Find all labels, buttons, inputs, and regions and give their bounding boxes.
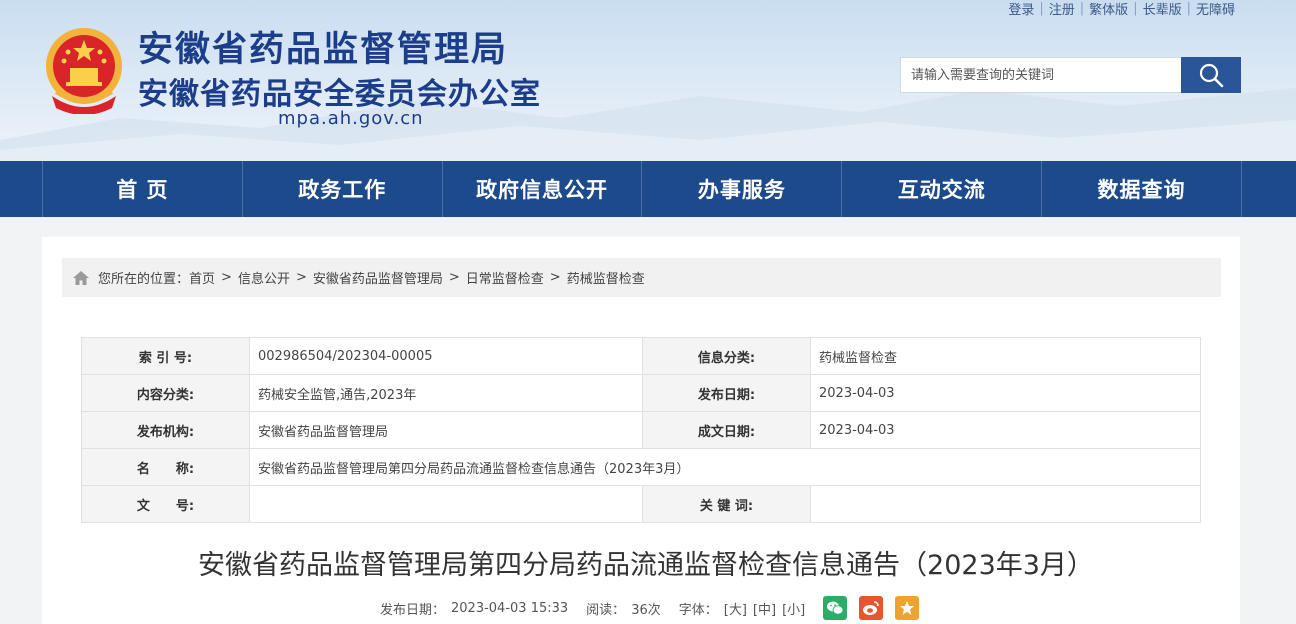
main-nav: 首 页 政务工作 政府信息公开 办事服务 互动交流 数据查询 (0, 161, 1296, 217)
site-domain: mpa.ah.gov.cn (278, 108, 424, 129)
elderly-link[interactable]: 长辈版 (1138, 0, 1187, 18)
doc-number-label: 文 号: (81, 485, 250, 523)
category-label: 信息分类: (642, 337, 811, 375)
national-emblem-icon (46, 28, 122, 114)
breadcrumb-separator: > (295, 270, 307, 285)
table-row: 索 引 号: 002986504/202304-00005 信息分类: 药械监督… (81, 337, 1201, 375)
breadcrumb-daily-inspection[interactable]: 日常监督检查 (466, 268, 544, 287)
publish-date-label: 发布日期: (642, 374, 811, 412)
breadcrumb-separator: > (221, 270, 232, 285)
site-title: 安徽省药品监督管理局 (138, 30, 509, 70)
article-title: 安徽省药品监督管理局第四分局药品流通监督检查信息通告（2023年3月） (198, 550, 1094, 581)
register-link[interactable]: 注册 (1044, 0, 1080, 18)
name-value: 安徽省药品监督管理局第四分局药品流通监督检查信息通告（2023年3月） (249, 448, 1201, 486)
doc-number-value (249, 485, 643, 523)
nav-info-disclosure[interactable]: 政府信息公开 (443, 161, 643, 217)
info-table: 索 引 号: 002986504/202304-00005 信息分类: 药械监督… (81, 337, 1201, 523)
nav-interaction[interactable]: 互动交流 (842, 161, 1043, 217)
weibo-icon (863, 601, 880, 615)
index-value: 002986504/202304-00005 (249, 337, 643, 375)
keywords-value (810, 485, 1201, 523)
keywords-label: 关 键 词: (642, 485, 811, 523)
weibo-share-button[interactable] (859, 596, 884, 620)
article-meta: 发布日期： 2023-04-03 15:33 阅读： 36次 字体： [大] [… (380, 596, 920, 620)
breadcrumb-info-disclosure[interactable]: 信息公开 (238, 268, 290, 287)
breadcrumb-bureau[interactable]: 安徽省药品监督管理局 (313, 268, 443, 287)
written-date-value: 2023-04-03 (810, 411, 1201, 449)
reads-value: 36次 (631, 602, 661, 618)
breadcrumb-drug-device-inspection[interactable]: 药械监督检查 (567, 268, 645, 287)
breadcrumb-separator: > (549, 270, 561, 285)
top-links: 登录 | 注册 | 繁体版 | 长辈版 | 无障碍 (1003, 0, 1240, 18)
breadcrumb-prefix: 您所在的位置： (98, 272, 190, 287)
wechat-share-button[interactable] (823, 596, 848, 620)
login-link[interactable]: 登录 (1003, 0, 1039, 18)
search-box (900, 57, 1241, 93)
favorite-button[interactable] (895, 596, 920, 620)
accessibility-link[interactable]: 无障碍 (1191, 0, 1240, 18)
search-button[interactable] (1181, 57, 1241, 93)
nav-services[interactable]: 办事服务 (642, 161, 843, 217)
table-row: 名 称: 安徽省药品监督管理局第四分局药品流通监督检查信息通告（2023年3月） (81, 448, 1201, 486)
table-row: 文 号: 关 键 词: (81, 485, 1201, 523)
content-panel: 您所在的位置： 首页 > 信息公开 > 安徽省药品监督管理局 > 日常监督检查 … (42, 237, 1240, 624)
content-category-label: 内容分类: (81, 374, 250, 412)
wechat-icon (827, 601, 844, 615)
nav-data-query[interactable]: 数据查询 (1042, 161, 1242, 217)
name-label: 名 称: (81, 448, 250, 486)
breadcrumb: 您所在的位置： 首页 > 信息公开 > 安徽省药品监督管理局 > 日常监督检查 … (62, 258, 1221, 297)
breadcrumb-separator: > (448, 270, 460, 285)
traditional-link[interactable]: 繁体版 (1084, 0, 1133, 18)
search-icon (1199, 63, 1224, 88)
table-row: 内容分类: 药械安全监管,通告,2023年 发布日期: 2023-04-03 (81, 374, 1201, 412)
content-category-value: 药械安全监管,通告,2023年 (249, 374, 643, 412)
table-row: 发布机构: 安徽省药品监督管理局 成文日期: 2023-04-03 (81, 411, 1201, 449)
org-label: 发布机构: (81, 411, 250, 449)
nav-government-work[interactable]: 政务工作 (243, 161, 443, 217)
publish-date-value: 2023-04-03 (810, 374, 1201, 412)
star-icon (900, 601, 915, 615)
font-small-button[interactable]: [小] (782, 599, 805, 618)
org-value: 安徽省药品监督管理局 (249, 411, 643, 449)
site-subtitle: 安徽省药品安全委员会办公室 (138, 77, 541, 112)
font-medium-button[interactable]: [中] (753, 599, 776, 618)
font-large-button[interactable]: [大] (724, 599, 747, 618)
publish-time: 2023-04-03 15:33 (451, 600, 569, 616)
category-value: 药械监督检查 (810, 337, 1201, 375)
site-header: 登录 | 注册 | 繁体版 | 长辈版 | 无障碍 安徽省药品监督管理局 安徽省药品安全… (0, 0, 1296, 161)
written-date-label: 成文日期: (642, 411, 811, 449)
publish-label: 发布日期： (380, 602, 446, 618)
reads-label: 阅读： (586, 602, 626, 618)
nav-home[interactable]: 首 页 (42, 161, 243, 217)
index-label: 索 引 号: (81, 337, 250, 375)
breadcrumb-home[interactable]: 首页 (189, 268, 215, 287)
font-size-label: 字体： (678, 602, 718, 618)
search-input[interactable] (900, 57, 1181, 93)
home-icon (73, 270, 89, 285)
